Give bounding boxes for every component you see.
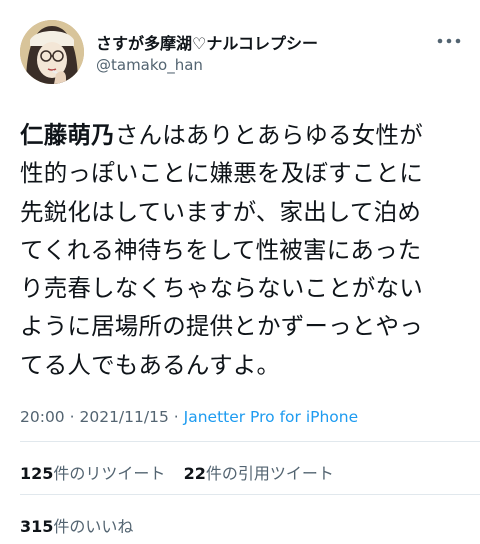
meta-separator: · xyxy=(69,408,75,426)
tweet-text: 仁藤萌乃さんはありとあらゆる女性が 性的っぽいことに嫌悪を及ぼすことに 先鋭化は… xyxy=(20,116,466,384)
tweet-text-line: 先鋭化はしていますが、家出して泊め xyxy=(20,197,422,226)
likes-count: 315 xyxy=(20,517,54,536)
mention-link[interactable]: 仁藤萌乃 xyxy=(20,121,115,149)
tweet-text-line: 仁藤萌乃さんはありとあらゆる女性が xyxy=(20,116,466,154)
tweet-date[interactable]: 2021/11/15 xyxy=(79,408,168,426)
share-stats: 125件のリツイート 22件の引用ツイート xyxy=(20,460,334,484)
author-display-name[interactable]: さすが多摩湖♡ナルコレプシー xyxy=(96,30,318,54)
client-link[interactable]: Janetter Pro for iPhone xyxy=(184,408,359,426)
author-handle[interactable]: @tamako_han xyxy=(96,56,203,74)
tweet-text-segment: さんはありとあらゆる女性が xyxy=(114,121,423,149)
avatar-illustration-icon xyxy=(20,20,84,84)
tweet-text-line: てる人でもあるんすよ。 xyxy=(20,350,281,379)
more-options-icon[interactable] xyxy=(436,34,462,48)
retweets-count: 125 xyxy=(20,464,54,483)
divider xyxy=(20,441,480,442)
quotes-count: 22 xyxy=(183,464,206,483)
avatar[interactable] xyxy=(20,20,84,84)
likes-stat[interactable]: 315件のいいね xyxy=(20,513,133,537)
tweet-text-line: り売春しなくちゃならないことがない xyxy=(20,274,423,303)
quotes-stat[interactable]: 22件の引用ツイート xyxy=(184,464,334,483)
tweet-text-line: 性的っぽいことに嫌悪を及ぼすことに xyxy=(20,159,423,188)
retweets-label: 件のリツイート xyxy=(53,464,166,483)
tweet-time[interactable]: 20:00 xyxy=(20,408,65,426)
tweet-metadata: 20:00 · 2021/11/15 · Janetter Pro for iP… xyxy=(20,408,358,426)
tweet-text-line: ように居場所の提供とかずーっとやっ xyxy=(20,312,423,341)
quotes-label: 件の引用ツイート xyxy=(205,464,334,483)
meta-separator: · xyxy=(173,408,179,426)
divider xyxy=(20,494,480,495)
retweets-stat[interactable]: 125件のリツイート xyxy=(20,464,165,483)
tweet-text-line: てくれる神待ちをして性被害にあった xyxy=(20,235,422,264)
tweet-detail: さすが多摩湖♡ナルコレプシー @tamako_han 仁藤萌乃さんはありとあらゆ… xyxy=(0,0,480,544)
likes-label: 件のいいね xyxy=(53,517,134,536)
